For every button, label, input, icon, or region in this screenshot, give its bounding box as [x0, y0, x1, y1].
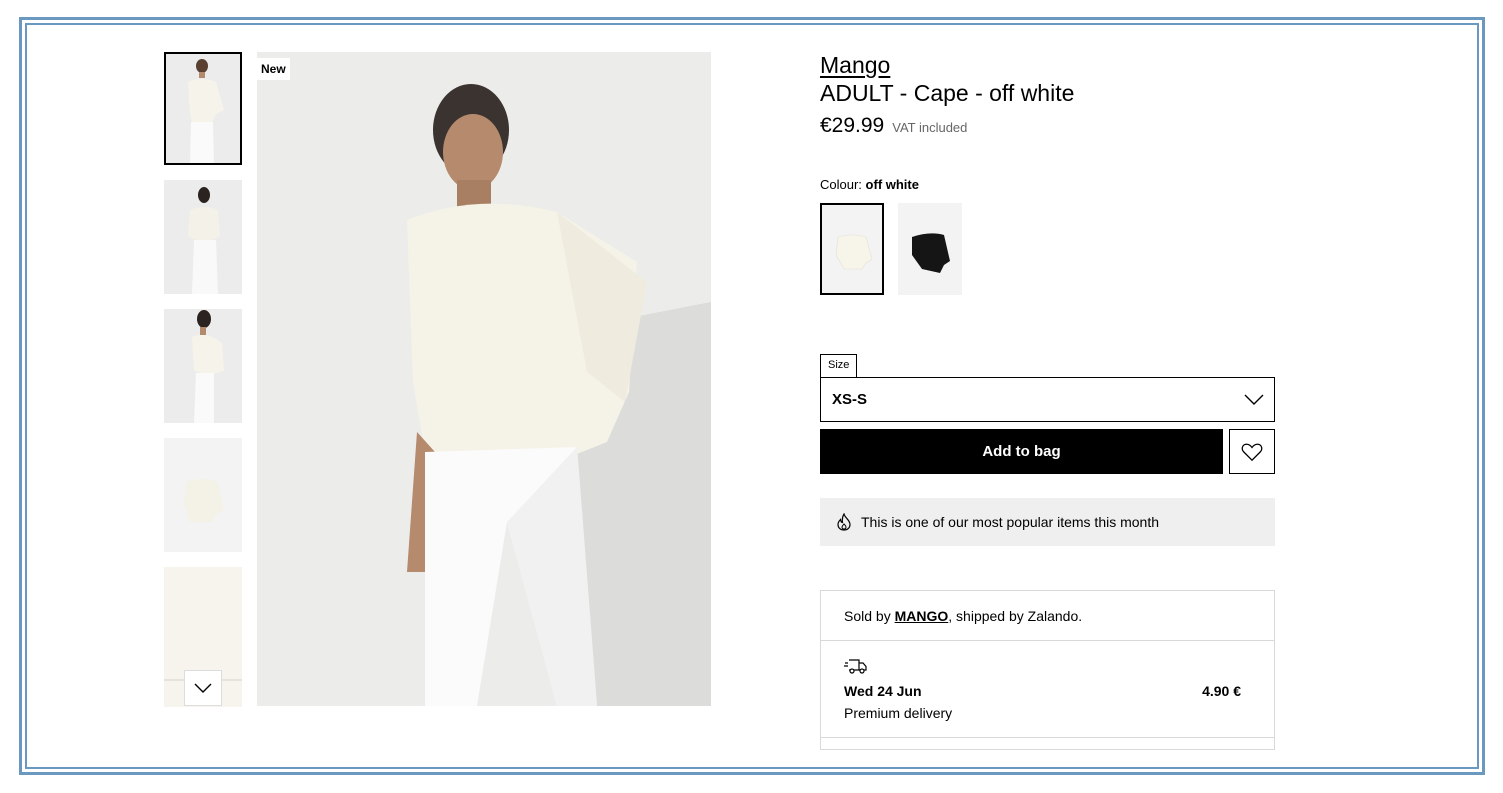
thumbnail-packshot-image — [164, 438, 242, 552]
main-product-image[interactable] — [257, 52, 711, 706]
colour-swatch-off-white[interactable] — [820, 203, 884, 295]
product-title: ADULT - Cape - off white — [820, 80, 1075, 106]
new-badge: New — [257, 58, 290, 80]
vat-note: VAT included — [892, 120, 968, 135]
popular-notice: This is one of our most popular items th… — [820, 498, 1275, 546]
price: €29.99 — [820, 114, 885, 137]
thumbnail-side-image — [164, 309, 242, 423]
colour-selected-value: off white — [865, 177, 919, 192]
colour-label-prefix: Colour: — [820, 177, 862, 192]
brand-link[interactable]: Mango — [820, 52, 890, 79]
main-product-photo — [257, 52, 711, 706]
thumbnail-back-image — [164, 180, 242, 294]
size-dropdown[interactable]: XS-S — [820, 377, 1275, 422]
sold-by-prefix: Sold by — [844, 607, 895, 624]
truck-icon — [844, 659, 867, 674]
swatch-black-image — [898, 203, 962, 295]
chevron-down-icon — [1244, 394, 1264, 405]
thumbnail-side[interactable] — [164, 309, 242, 423]
thumbnails-scroll-down-button[interactable] — [184, 670, 222, 706]
add-to-bag-button[interactable]: Add to bag — [820, 429, 1223, 474]
delivery-date: Wed 24 Jun — [844, 683, 922, 699]
thumbnail-back[interactable] — [164, 180, 242, 294]
sold-by-suffix: , shipped by Zalando. — [948, 607, 1083, 624]
size-selected-value: XS-S — [832, 391, 868, 408]
seller-delivery-box: Sold by MANGO, shipped by Zalando. Wed 2… — [820, 590, 1275, 750]
colour-label: Colour: off white — [820, 177, 919, 192]
colour-swatch-black[interactable] — [898, 203, 962, 295]
size-label: Size — [820, 354, 858, 378]
delivery-type: Premium delivery — [844, 705, 953, 721]
thumbnail-front[interactable] — [164, 52, 242, 165]
wishlist-button[interactable] — [1229, 429, 1275, 474]
flame-icon — [837, 513, 851, 531]
sold-by-row: Sold by MANGO, shipped by Zalando. — [821, 591, 1274, 641]
delivery-price: 4.90 € — [1202, 683, 1241, 699]
price-row: €29.99 VAT included — [820, 114, 967, 138]
delivery-option: Wed 24 Jun 4.90 € Premium delivery — [821, 641, 1274, 738]
thumbnail-front-image — [164, 52, 242, 165]
thumbnail-packshot[interactable] — [164, 438, 242, 552]
chevron-down-icon — [194, 683, 212, 693]
seller-link[interactable]: MANGO — [895, 608, 949, 624]
heart-icon — [1241, 443, 1263, 461]
swatch-off-white-image — [822, 205, 882, 293]
popular-notice-text: This is one of our most popular items th… — [861, 514, 1160, 530]
